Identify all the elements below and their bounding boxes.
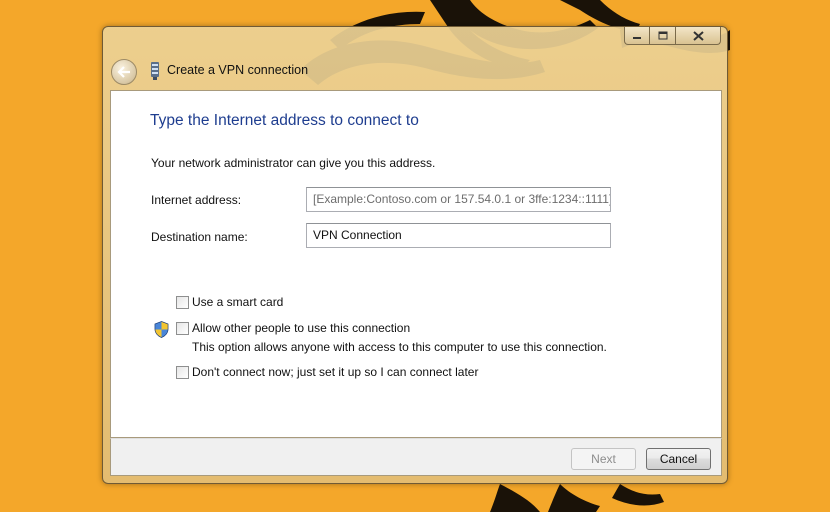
title-bar: Create a VPN connection — [103, 27, 727, 89]
allow-others-note: This option allows anyone with access to… — [192, 340, 607, 354]
cancel-button[interactable]: Cancel — [646, 448, 711, 470]
internet-address-label: Internet address: — [151, 193, 242, 207]
minimize-button[interactable] — [624, 27, 650, 45]
wizard-footer: Next Cancel — [110, 438, 722, 476]
back-arrow-icon — [117, 66, 130, 78]
window-title: Create a VPN connection — [167, 63, 309, 77]
next-button[interactable]: Next — [571, 448, 636, 470]
vpn-connection-icon — [151, 62, 159, 80]
vpn-wizard-window: Create a VPN connection Type the Interne… — [102, 26, 728, 484]
smart-card-checkbox[interactable] — [176, 296, 189, 309]
minimize-icon — [633, 36, 641, 39]
maximize-button[interactable] — [650, 27, 676, 45]
allow-others-label[interactable]: Allow other people to use this connectio… — [192, 321, 410, 335]
internet-address-input[interactable]: [Example:Contoso.com or 157.54.0.1 or 3f… — [306, 187, 611, 212]
uac-shield-icon — [154, 321, 169, 338]
maximize-icon — [658, 31, 667, 40]
close-icon — [692, 30, 704, 41]
dont-connect-label[interactable]: Don't connect now; just set it up so I c… — [192, 365, 478, 379]
allow-others-checkbox[interactable] — [176, 322, 189, 335]
destination-name-input[interactable]: VPN Connection — [306, 223, 611, 248]
destination-name-label: Destination name: — [151, 230, 248, 244]
window-controls — [624, 27, 721, 46]
smart-card-label[interactable]: Use a smart card — [192, 295, 283, 309]
page-description: Your network administrator can give you … — [151, 156, 436, 170]
back-button[interactable] — [111, 59, 137, 85]
page-heading: Type the Internet address to connect to — [150, 112, 419, 129]
dont-connect-checkbox[interactable] — [176, 366, 189, 379]
wizard-content: Type the Internet address to connect to … — [110, 90, 722, 438]
close-button[interactable] — [676, 27, 721, 45]
